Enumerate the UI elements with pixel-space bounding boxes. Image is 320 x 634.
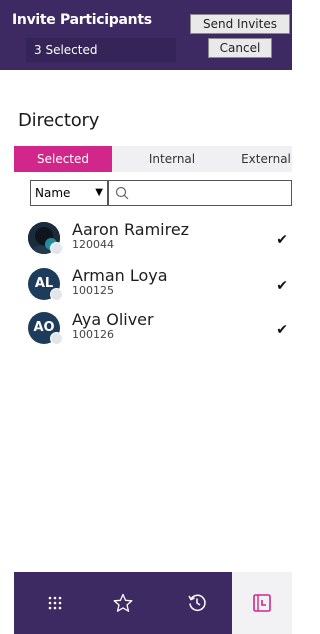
presence-indicator xyxy=(50,332,63,345)
participant-row-aya-oliver[interactable]: AO Aya Oliver 100126 ✔ xyxy=(28,310,292,352)
star-icon xyxy=(113,593,133,612)
tab-internal[interactable]: Internal xyxy=(132,146,212,172)
tab-external[interactable]: External xyxy=(228,146,304,172)
checkmark-icon: ✔ xyxy=(276,322,288,338)
selected-count-badge: 3 Selected xyxy=(26,38,176,62)
calendar-clock-icon xyxy=(253,594,271,612)
presence-indicator xyxy=(50,288,63,301)
send-invites-button[interactable]: Send Invites xyxy=(190,14,290,34)
header-bar: Invite Participants 3 Selected Send Invi… xyxy=(0,0,292,70)
grid-icon xyxy=(48,596,62,610)
nav-history[interactable] xyxy=(172,572,222,634)
participant-row-aaron-ramirez[interactable]: Aaron Ramirez 120044 ✔ xyxy=(28,220,292,262)
participant-id: 100126 xyxy=(72,328,114,341)
search-box xyxy=(108,180,292,206)
participant-id: 100125 xyxy=(72,284,114,297)
directory-title: Directory xyxy=(18,110,100,131)
filter-value: Name xyxy=(35,186,71,200)
nav-favorites[interactable] xyxy=(98,572,148,634)
directory-tabs: Selected Internal External xyxy=(14,146,292,172)
bottom-nav-bar xyxy=(14,572,292,634)
participant-row-arman-loya[interactable]: AL Arman Loya 100125 ✔ xyxy=(28,266,292,308)
participant-id: 120044 xyxy=(72,238,114,251)
chevron-down-icon: ▼ xyxy=(95,187,103,198)
checkmark-icon: ✔ xyxy=(276,232,288,248)
nav-schedule[interactable] xyxy=(232,572,292,634)
participant-name: Aya Oliver xyxy=(72,310,154,329)
page-title: Invite Participants xyxy=(12,12,152,28)
tab-selected[interactable]: Selected xyxy=(14,146,112,172)
participant-name: Arman Loya xyxy=(72,266,168,285)
search-filter-select[interactable]: Name ▼ xyxy=(30,180,108,206)
participant-name: Aaron Ramirez xyxy=(72,220,190,239)
history-icon xyxy=(188,594,206,612)
search-input[interactable] xyxy=(133,183,287,205)
presence-indicator xyxy=(50,242,63,255)
checkmark-icon: ✔ xyxy=(276,278,288,294)
cancel-button[interactable]: Cancel xyxy=(208,38,272,58)
search-icon xyxy=(115,186,129,200)
nav-apps[interactable] xyxy=(30,572,80,634)
search-row: Name ▼ xyxy=(30,180,292,206)
